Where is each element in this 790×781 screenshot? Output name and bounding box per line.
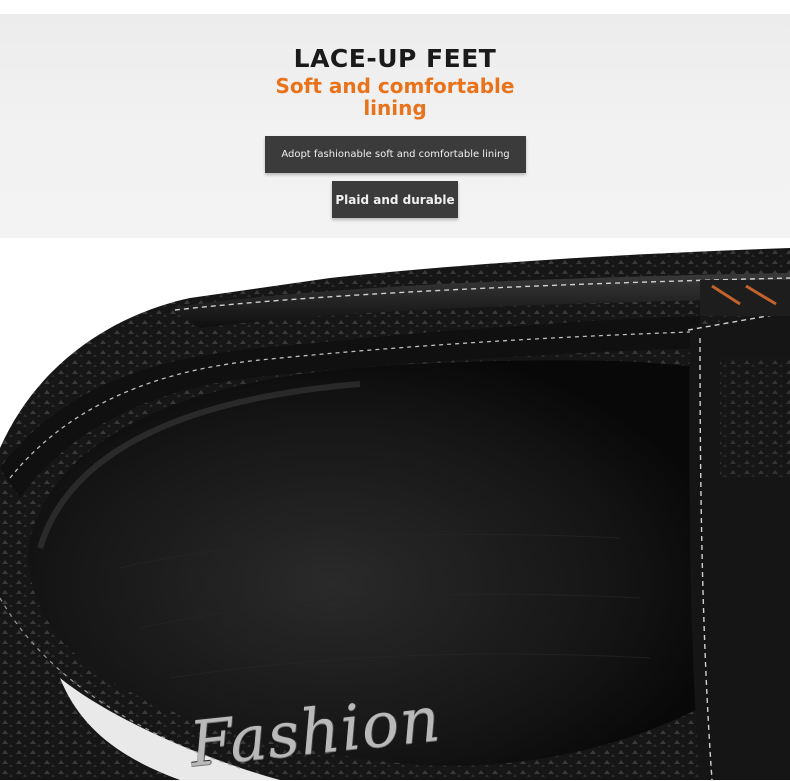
shoe-photo: Fashion <box>0 238 790 781</box>
feature-label-lining: Adopt fashionable soft and comfortable l… <box>265 136 526 173</box>
header-banner: LACE-UP FEET Soft and comfortable lining… <box>0 0 790 238</box>
subheadline: Soft and comfortable lining <box>275 74 515 120</box>
feature-label-durable: Plaid and durable <box>332 181 458 218</box>
headline: LACE-UP FEET <box>293 44 497 73</box>
